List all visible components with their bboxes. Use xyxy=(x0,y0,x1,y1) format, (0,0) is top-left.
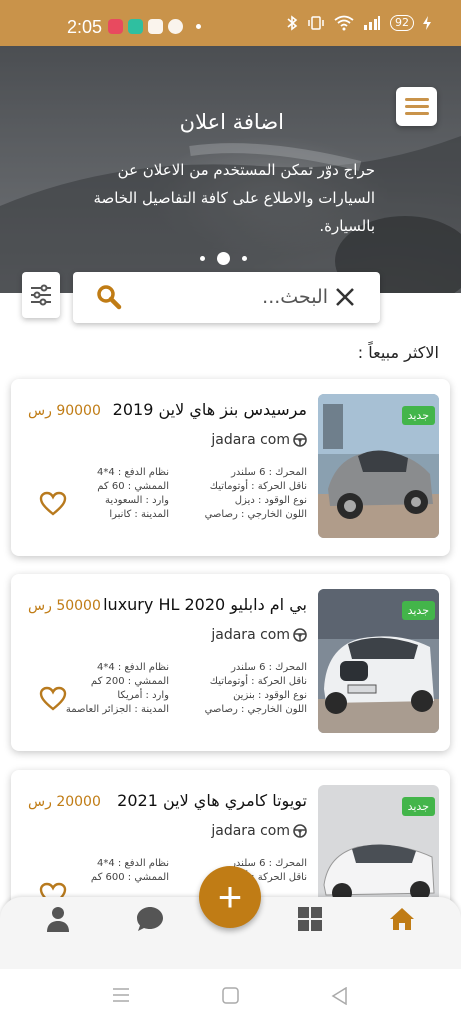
car-price: 90000 رس xyxy=(28,403,101,419)
seller-info: jadara com xyxy=(211,627,307,643)
favorite-heart-icon[interactable] xyxy=(39,686,67,712)
menu-icon-line xyxy=(404,98,429,101)
spec-transmission: ناقل الحركة : أوتوماتيك xyxy=(209,481,307,492)
system-navigation-bar xyxy=(0,969,461,1024)
spec-color: اللون الخارجي : رصاصي xyxy=(204,704,307,715)
charging-icon xyxy=(423,16,431,30)
car-specs: المحرك : 6 سلندر نظام الدفع : 4*4 ناقل ا… xyxy=(37,858,307,883)
spec-drive: نظام الدفع : 4*4 xyxy=(96,858,169,869)
section-title: الاكثر مبيعاً : xyxy=(357,343,439,362)
seller-name: jadara com xyxy=(211,823,290,839)
menu-icon-line xyxy=(404,112,429,115)
carousel-dots xyxy=(200,252,247,265)
new-badge: جديد xyxy=(401,406,435,425)
grid-icon[interactable] xyxy=(296,905,324,933)
favorite-heart-icon[interactable] xyxy=(39,491,67,517)
spec-engine: المحرك : 6 سلندر xyxy=(231,467,307,478)
status-time: 2:05 xyxy=(67,17,103,37)
wifi-icon xyxy=(334,15,354,31)
battery-indicator: 92 xyxy=(390,15,414,31)
bluetooth-icon xyxy=(287,15,298,31)
add-listing-button[interactable]: + xyxy=(199,866,261,928)
status-indicators: 92 xyxy=(286,15,431,31)
close-icon[interactable] xyxy=(334,286,356,308)
search-input[interactable] xyxy=(173,282,328,312)
gallery-app-icon xyxy=(148,19,163,34)
car-price: 50000 رس xyxy=(28,598,101,614)
car-title[interactable]: بي ام دابليو luxury HL 2020 xyxy=(103,595,307,614)
carousel-dot[interactable] xyxy=(242,256,247,261)
car-image[interactable]: جديد xyxy=(318,394,439,538)
car-listing-card[interactable]: جديد مرسيدس بنز هاي لاين 2019 90000 رس j… xyxy=(11,379,450,556)
steering-wheel-icon xyxy=(293,628,307,642)
spec-engine: المحرك : 6 سلندر xyxy=(231,662,307,673)
carousel-dot[interactable] xyxy=(200,256,205,261)
music-app-icon xyxy=(108,19,123,34)
menu-button[interactable] xyxy=(396,87,437,126)
status-bar: 2:05 92 xyxy=(0,0,461,46)
filter-sliders-icon xyxy=(31,284,51,306)
new-badge: جديد xyxy=(401,601,435,620)
seller-name: jadara com xyxy=(211,432,290,448)
hero-description: حراج دوّر تمكن المستخدم من الاعلان عن ال… xyxy=(93,161,375,235)
car-title[interactable]: تويوتا كامري هاي لاين 2021 xyxy=(117,791,307,810)
carousel-dot-active[interactable] xyxy=(217,252,230,265)
search-icon[interactable] xyxy=(95,283,123,311)
spec-drive: نظام الدفع : 4*4 xyxy=(96,662,169,673)
vibrate-icon xyxy=(308,16,324,30)
recent-apps-icon[interactable] xyxy=(112,987,130,1003)
home-system-icon[interactable] xyxy=(222,987,239,1004)
spec-color: اللون الخارجي : رصاصي xyxy=(204,509,307,520)
chat-icon[interactable] xyxy=(136,905,164,933)
spec-fuel: نوع الوقود : ديزل xyxy=(234,495,307,506)
seller-info: jadara com xyxy=(211,823,307,839)
hero-banner[interactable]: اضافة اعلان حراج دوّر تمكن المستخدم من ا… xyxy=(0,46,461,293)
car-listing-card[interactable]: جديد بي ام دابليو luxury HL 2020 50000 ر… xyxy=(11,574,450,751)
car-image[interactable]: جديد xyxy=(318,589,439,733)
back-icon[interactable] xyxy=(331,987,347,1005)
status-app-icons xyxy=(108,19,201,34)
steering-wheel-icon xyxy=(293,433,307,447)
car-price: 20000 رس xyxy=(28,794,101,810)
signal-icon xyxy=(364,16,380,30)
filter-button[interactable] xyxy=(22,272,60,318)
car-specs: المحرك : 6 سلندر نظام الدفع : 4*4 ناقل ا… xyxy=(37,662,307,715)
search-bar xyxy=(73,272,380,323)
spec-drive: نظام الدفع : 4*4 xyxy=(96,467,169,478)
car-specs: المحرك : 6 سلندر نظام الدفع : 4*4 ناقل ا… xyxy=(37,467,307,520)
profile-icon[interactable] xyxy=(44,905,72,933)
seller-info: jadara com xyxy=(211,432,307,448)
seller-name: jadara com xyxy=(211,627,290,643)
car-title[interactable]: مرسيدس بنز هاي لاين 2019 xyxy=(113,400,307,419)
menu-icon-line xyxy=(404,105,429,108)
notification-dot-icon xyxy=(196,24,201,29)
spec-transmission: ناقل الحركة : أوتوماتيك xyxy=(209,676,307,687)
home-icon[interactable] xyxy=(388,905,416,933)
steering-wheel-icon xyxy=(293,824,307,838)
message-app-icon xyxy=(168,19,183,34)
new-badge: جديد xyxy=(401,797,435,816)
spec-fuel: نوع الوقود : بنزين xyxy=(233,690,307,701)
hero-title: اضافة اعلان xyxy=(179,110,284,134)
chat-app-icon xyxy=(128,19,143,34)
